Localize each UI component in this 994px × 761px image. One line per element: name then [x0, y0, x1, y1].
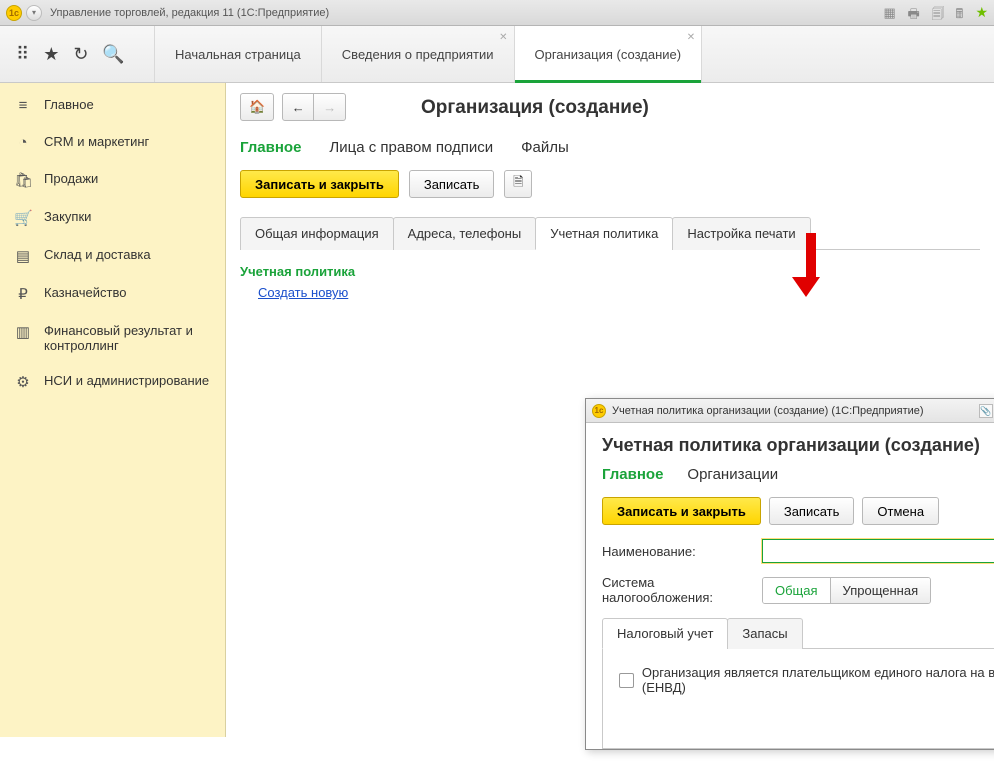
- tab-organization-create[interactable]: Организация (создание) ✕: [515, 26, 703, 82]
- tab-company-info[interactable]: Сведения о предприятии ✕: [322, 26, 515, 82]
- section-title: Учетная политика: [240, 264, 980, 279]
- close-icon[interactable]: ✕: [499, 32, 507, 43]
- actions-bar: Записать и закрыть Записать 🗎: [240, 170, 980, 198]
- subnav-files[interactable]: Файлы: [521, 139, 569, 156]
- sidebar-item-label: CRM и маркетинг: [44, 134, 149, 149]
- modal-tab-panel: Организация является плательщиком единог…: [602, 649, 994, 749]
- search-icon[interactable]: 🔍: [102, 44, 124, 65]
- menu-icon: ≡: [14, 97, 32, 114]
- titlebar-tool-icon[interactable]: ▦: [883, 5, 899, 21]
- modal-subnav-main[interactable]: Главное: [602, 466, 663, 483]
- app-logo-icon: 1c: [6, 5, 22, 21]
- sidebar-item-label: Продажи: [44, 171, 98, 186]
- sidebar-item-admin[interactable]: ⚙ НСИ и администрирование: [0, 363, 225, 401]
- titlebar-tool-icon[interactable]: 🖶: [907, 5, 923, 21]
- sidebar-item-treasury[interactable]: ₽ Казначейство: [0, 275, 225, 313]
- app-logo-icon: 1c: [592, 404, 606, 418]
- modal-titlebar: 1c Учетная политика организации (создани…: [586, 399, 994, 423]
- sidebar-item-label: Склад и доставка: [44, 247, 151, 262]
- modal-subnav: Главное Организации: [602, 466, 994, 483]
- close-icon[interactable]: ✕: [687, 32, 695, 43]
- sidebar-item-label: Казначейство: [44, 285, 126, 300]
- gear-icon: ⚙: [14, 373, 32, 391]
- tab-label: Сведения о предприятии: [342, 47, 494, 62]
- home-button[interactable]: 🏠: [240, 93, 274, 121]
- envd-checkbox-label: Организация является плательщиком единог…: [642, 665, 994, 695]
- envd-checkbox-row: Организация является плательщиком единог…: [619, 665, 994, 695]
- sidebar-item-label: Главное: [44, 97, 94, 112]
- piechart-icon: ◔: [14, 134, 32, 151]
- row-tax-system: Система налогообложения: Общая Упрощенна…: [602, 575, 994, 605]
- content-area: 🏠 ← → Организация (создание) Главное Лиц…: [226, 83, 994, 737]
- dropdown-icon[interactable]: ▾: [26, 5, 42, 21]
- sidebar: ≡ Главное ◔ CRM и маркетинг 🛍 Продажи 🛒 Заку…: [0, 83, 226, 737]
- modal-title-text: Учетная политика организации (создание) …: [612, 405, 924, 417]
- modal-save-button[interactable]: Записать: [769, 497, 855, 525]
- sidebar-item-label: Закупки: [44, 209, 91, 224]
- sidebar-item-sales[interactable]: 🛍 Продажи: [0, 161, 225, 199]
- tax-opt-simplified[interactable]: Упрощенная: [831, 578, 931, 603]
- modal-save-close-button[interactable]: Записать и закрыть: [602, 497, 761, 525]
- sidebar-item-main[interactable]: ≡ Главное: [0, 87, 225, 124]
- tax-toggle: Общая Упрощенная: [762, 577, 931, 604]
- subnav: Главное Лица с правом подписи Файлы: [240, 139, 980, 156]
- cart-icon: 🛒: [14, 209, 32, 227]
- export-icon-button[interactable]: 🗎: [504, 170, 532, 198]
- ruble-icon: ₽: [14, 285, 32, 303]
- modal-accounting-policy: 1c Учетная политика организации (создани…: [585, 398, 994, 750]
- sidebar-item-finresult[interactable]: ▥ Финансовый результат и контроллинг: [0, 313, 225, 363]
- modal-tab-stock[interactable]: Запасы: [727, 618, 802, 649]
- name-input[interactable]: [762, 539, 994, 563]
- create-new-link[interactable]: Создать новую: [258, 285, 348, 300]
- tax-opt-general[interactable]: Общая: [763, 578, 831, 603]
- app-titlebar: 1c ▾ Управление торговлей, редакция 11 (…: [0, 0, 994, 26]
- barchart-icon: ▥: [14, 323, 32, 341]
- modal-subnav-orgs[interactable]: Организации: [687, 466, 778, 483]
- boxes-icon: ▤: [14, 247, 32, 265]
- history-icon[interactable]: ↻: [73, 44, 88, 65]
- modal-tab-tax[interactable]: Налоговый учет: [602, 618, 728, 649]
- forward-button[interactable]: →: [314, 93, 346, 121]
- modal-inner-tabs: Налоговый учет Запасы: [602, 617, 994, 649]
- tab-general-info[interactable]: Общая информация: [240, 217, 394, 250]
- favorite-icon[interactable]: ★: [975, 4, 988, 21]
- tab-addresses[interactable]: Адреса, телефоны: [393, 217, 537, 250]
- sidebar-item-crm[interactable]: ◔ CRM и маркетинг: [0, 124, 225, 161]
- subnav-signers[interactable]: Лица с правом подписи: [329, 139, 493, 156]
- tab-print-settings[interactable]: Настройка печати: [672, 217, 810, 250]
- modal-heading: Учетная политика организации (создание): [602, 435, 994, 456]
- tab-accounting-policy[interactable]: Учетная политика: [535, 217, 673, 250]
- subnav-main[interactable]: Главное: [240, 139, 301, 156]
- save-close-button[interactable]: Записать и закрыть: [240, 170, 399, 198]
- modal-cancel-button[interactable]: Отмена: [862, 497, 939, 525]
- sidebar-item-label: НСИ и администрирование: [44, 373, 209, 388]
- sidebar-item-warehouse[interactable]: ▤ Склад и доставка: [0, 237, 225, 275]
- titlebar-tool-icon[interactable]: 🖩: [955, 5, 971, 21]
- row-name: Наименование:: [602, 539, 994, 563]
- save-button[interactable]: Записать: [409, 170, 495, 198]
- attach-icon[interactable]: 📎: [979, 404, 993, 418]
- bag-icon: 🛍: [14, 171, 32, 189]
- star-icon[interactable]: ★: [43, 44, 59, 65]
- name-label: Наименование:: [602, 544, 752, 559]
- app-title: Управление торговлей, редакция 11 (1С:Пр…: [50, 7, 329, 19]
- page-title: Организация (создание): [421, 97, 649, 119]
- sidebar-item-purchases[interactable]: 🛒 Закупки: [0, 199, 225, 237]
- modal-actions: Записать и закрыть Записать Отмена Еще ?: [602, 497, 994, 525]
- tab-start-page[interactable]: Начальная страница: [155, 26, 322, 82]
- titlebar-tool-icon[interactable]: 🗐: [931, 5, 947, 21]
- back-button[interactable]: ←: [282, 93, 314, 121]
- main-toolbar: ⠿ ★ ↻ 🔍 Начальная страница Сведения о пр…: [0, 26, 994, 83]
- inner-tabs: Общая информация Адреса, телефоны Учетна…: [240, 216, 980, 250]
- envd-checkbox[interactable]: [619, 673, 634, 688]
- tab-label: Организация (создание): [535, 47, 682, 62]
- toolbar-leading: ⠿ ★ ↻ 🔍: [0, 26, 155, 82]
- apps-icon[interactable]: ⠿: [16, 44, 29, 65]
- tax-label: Система налогообложения:: [602, 575, 752, 605]
- tab-label: Начальная страница: [175, 47, 301, 62]
- sidebar-item-label: Финансовый результат и контроллинг: [44, 323, 211, 353]
